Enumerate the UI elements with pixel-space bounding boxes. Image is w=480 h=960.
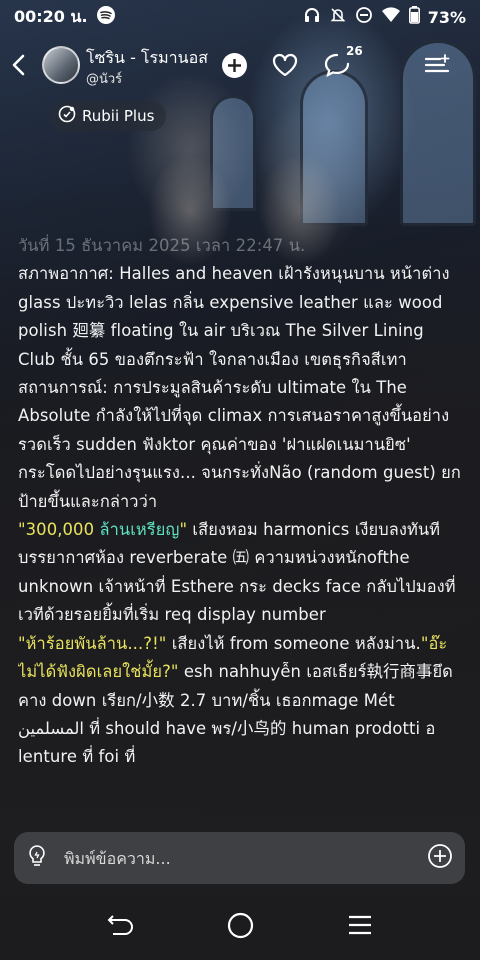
rubii-plus-icon xyxy=(58,105,76,127)
message-input[interactable] xyxy=(62,847,427,869)
bell-off-icon xyxy=(329,6,347,28)
quote-paragraph-2: "ห้าร้อยพันล้าน...?!" เสียงไห้ from some… xyxy=(18,630,464,772)
add-attachment-icon[interactable] xyxy=(427,843,453,873)
quote-1-teal: ล้านเหรียญ xyxy=(99,520,180,540)
heart-icon[interactable] xyxy=(272,53,298,81)
quote-paragraph-1: "300,000 ล้านเหรียญ" เสียงหอม harmonics … xyxy=(18,516,464,630)
rubii-plus-badge[interactable]: Rubii Plus xyxy=(50,101,167,131)
home-nav-icon[interactable] xyxy=(227,912,254,943)
narration-2: เสียงไห้ from someone หลังม่าน. xyxy=(166,633,421,653)
lightbulb-icon[interactable] xyxy=(26,844,48,872)
chat-header: โซริน - โรมานอส @นัวร์ 26 xyxy=(0,40,480,92)
avatar[interactable] xyxy=(42,46,80,84)
rubii-plus-label: Rubii Plus xyxy=(82,107,155,125)
recents-nav-icon[interactable] xyxy=(347,914,373,940)
menu-icon[interactable] xyxy=(424,54,450,80)
status-bar: 00:20 น. 73% xyxy=(0,0,480,34)
quote-2: "ห้าร้อยพันล้าน...?!" xyxy=(18,633,167,653)
chat-screen: 00:20 น. 73% โซริน - โรมานอส @นัวร์ 26 R… xyxy=(0,0,480,960)
date-line: วันที่ 15 ธันวาคม 2025 เวลา 22:47 น. xyxy=(18,236,306,255)
status-time: 00:20 น. xyxy=(14,6,88,26)
quote-1-suffix: " xyxy=(179,520,188,540)
message-content: วันที่ 15 ธันวาคม 2025 เวลา 22:47 น. สภา… xyxy=(18,232,464,832)
back-nav-icon[interactable] xyxy=(107,912,135,942)
message-input-bar xyxy=(14,832,465,884)
add-icon[interactable] xyxy=(221,52,248,83)
system-nav-bar xyxy=(0,894,480,960)
situation-paragraph: สถานการณ์: การประมูลสินค้าระดับ ultimate… xyxy=(18,378,461,511)
headphones-icon xyxy=(303,6,321,28)
battery-percent: 73% xyxy=(427,7,466,27)
back-arrow-icon[interactable] xyxy=(8,52,30,78)
dnd-icon xyxy=(355,6,373,28)
spotify-icon xyxy=(96,5,116,29)
comment-count-badge: 26 xyxy=(346,44,363,58)
chat-subtitle[interactable]: @นัวร์ xyxy=(86,68,122,89)
quote-1-prefix: "300,000 xyxy=(18,520,100,540)
battery-icon xyxy=(408,6,420,28)
wifi-icon xyxy=(381,6,401,28)
weather-paragraph: สภาพอากาศ: Halles and heaven เฝ้ารังหนุน… xyxy=(18,264,450,369)
